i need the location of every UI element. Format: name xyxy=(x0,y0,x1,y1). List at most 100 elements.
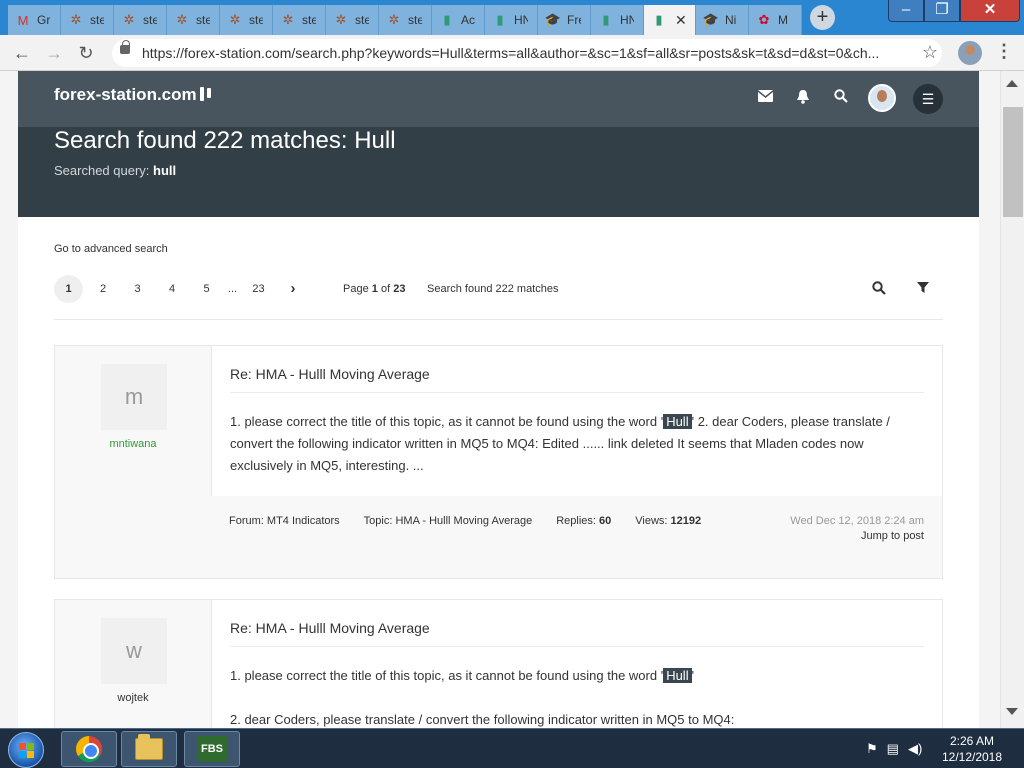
system-tray: ⚑ ▤ ◀) xyxy=(866,741,922,757)
tab-title: Fre xyxy=(567,13,581,27)
username-link[interactable]: wojtek xyxy=(55,692,211,704)
page-link[interactable]: 1 xyxy=(54,275,83,303)
reload-icon[interactable]: ↻ xyxy=(74,41,98,65)
browser-tab[interactable]: ✲ ste xyxy=(379,5,432,35)
network-icon[interactable]: ▤ xyxy=(887,741,899,757)
minimize-button[interactable]: – xyxy=(888,0,924,22)
tab-title: HN xyxy=(620,13,634,27)
browser-tab[interactable]: ▮ HN xyxy=(591,5,644,35)
topic-link[interactable]: HMA - Hulll Moving Average xyxy=(395,515,532,527)
page-link[interactable]: 2 xyxy=(89,275,118,303)
new-tab-button[interactable]: + xyxy=(810,5,835,30)
taskbar-explorer[interactable] xyxy=(121,731,177,767)
browser-tab[interactable]: ✿ M xyxy=(749,5,802,35)
browser-toolbar: ← → ↻ https://forex-station.com/search.p… xyxy=(0,35,1024,71)
forum-meta: Forum: MT4 Indicators xyxy=(229,515,340,527)
folder-icon xyxy=(135,734,163,760)
candle-icon: ▮ xyxy=(655,12,663,27)
browser-tab[interactable]: ▮ HN xyxy=(485,5,538,35)
avatar[interactable]: w xyxy=(101,618,167,684)
tab-title: M xyxy=(778,13,788,27)
search-within-icon[interactable] xyxy=(872,281,888,297)
browser-tab[interactable]: ✲ ste xyxy=(220,5,273,35)
forum-link[interactable]: MT4 Indicators xyxy=(267,515,340,527)
bell-icon[interactable] xyxy=(794,89,812,107)
tab-close-icon[interactable]: ✕ xyxy=(675,12,687,29)
site-logo[interactable]: forex-station.com xyxy=(54,85,211,105)
cap-icon: 🎓 xyxy=(544,12,562,27)
windows-taskbar: FBS ⚑ ▤ ◀) 2:26 AM 12/12/2018 xyxy=(0,728,1024,768)
url-text[interactable]: https://forex-station.com/search.php?key… xyxy=(142,45,879,61)
username-link[interactable]: mntiwana xyxy=(55,438,211,450)
action-center-icon[interactable]: ⚑ xyxy=(866,741,878,757)
bookmark-star-icon[interactable]: ☆ xyxy=(922,42,938,63)
page-total: 23 xyxy=(393,283,406,295)
spider-icon: ✲ xyxy=(70,12,82,27)
forward-icon[interactable]: → xyxy=(42,41,66,65)
page-link[interactable]: 3 xyxy=(123,275,152,303)
close-window-button[interactable]: ✕ xyxy=(960,0,1020,22)
excerpt-text: ' xyxy=(691,668,695,683)
searched-query: Searched query: hull xyxy=(54,163,176,178)
excerpt-line: 1. please correct the title of this topi… xyxy=(230,665,924,687)
post-meta: Forum: MT4 Indicators Topic: HMA - Hulll… xyxy=(229,515,701,527)
tab-title: ste xyxy=(408,13,422,27)
page-scrollbar[interactable] xyxy=(1000,71,1024,728)
gmail-icon: M xyxy=(17,12,29,28)
views-label: Views: xyxy=(635,515,668,527)
page-viewport: forex-station.com ☰ Search found 222 mat… xyxy=(0,71,1024,728)
post-title-link[interactable]: Re: HMA - Hulll Moving Average xyxy=(230,366,430,382)
user-avatar[interactable] xyxy=(868,84,896,112)
jump-to-post-link[interactable]: Jump to post xyxy=(861,530,924,542)
system-clock[interactable]: 2:26 AM 12/12/2018 xyxy=(932,733,1012,765)
page-link[interactable]: 5 xyxy=(192,275,221,303)
cap-icon: 🎓 xyxy=(702,12,720,27)
browser-tab[interactable]: 🎓 Ni xyxy=(696,5,749,35)
spider-icon: ✲ xyxy=(123,12,135,27)
scroll-thumb[interactable] xyxy=(1003,107,1023,217)
excerpt-text: 1. please correct the title of this topi… xyxy=(230,668,664,683)
search-results: Go to advanced search 1 2 3 4 5... 23 › Page 1… xyxy=(18,217,979,728)
filter-icon[interactable] xyxy=(917,281,933,297)
maximize-button[interactable]: ❐ xyxy=(924,0,960,22)
browser-tab[interactable]: ✲ ste xyxy=(326,5,379,35)
next-page-icon[interactable]: › xyxy=(279,275,308,303)
post-title-link[interactable]: Re: HMA - Hulll Moving Average xyxy=(230,620,430,636)
taskbar-fbs[interactable]: FBS xyxy=(184,731,240,767)
search-highlight: Hull xyxy=(663,668,692,683)
back-icon[interactable]: ← xyxy=(10,41,34,65)
scroll-down-icon[interactable] xyxy=(1006,708,1018,715)
search-highlight: Hull xyxy=(663,414,692,429)
chrome-icon xyxy=(76,736,102,762)
browser-tab[interactable]: ▮ ✕ xyxy=(644,5,696,35)
taskbar-chrome[interactable] xyxy=(61,731,117,767)
address-bar[interactable]: https://forex-station.com/search.php?key… xyxy=(112,39,942,67)
advanced-search-link[interactable]: Go to advanced search xyxy=(54,243,168,255)
mail-icon[interactable] xyxy=(756,89,774,107)
browser-tab[interactable]: ✲ ste xyxy=(114,5,167,35)
page-info: Page 1 of 23 xyxy=(343,283,405,295)
browser-tab[interactable]: ✲ ste xyxy=(273,5,326,35)
search-result-post: w wojtek Re: HMA - Hulll Moving Average … xyxy=(54,599,943,728)
browser-tab[interactable]: M Gr xyxy=(8,5,61,35)
page-link[interactable]: 23 xyxy=(244,275,273,303)
query-label: Searched query: xyxy=(54,163,150,178)
browser-tab[interactable]: ▮ Ac xyxy=(432,5,485,35)
spider-icon: ✲ xyxy=(229,12,241,27)
page-link[interactable]: 4 xyxy=(158,275,187,303)
browser-menu-icon[interactable]: ⋮ xyxy=(995,41,1013,62)
browser-tab[interactable]: ✲ ste xyxy=(167,5,220,35)
profile-avatar[interactable] xyxy=(958,41,982,65)
search-icon[interactable] xyxy=(832,89,850,107)
volume-icon[interactable]: ◀) xyxy=(908,741,922,757)
post-excerpt: 1. please correct the title of this topi… xyxy=(230,411,924,477)
page-of: of xyxy=(380,283,391,295)
scroll-up-icon[interactable] xyxy=(1006,80,1018,87)
start-button[interactable] xyxy=(8,732,44,768)
browser-tab[interactable]: ✲ ste xyxy=(61,5,114,35)
hamburger-menu-icon[interactable]: ☰ xyxy=(913,84,943,114)
post-author: w wojtek xyxy=(55,600,211,728)
avatar[interactable]: m xyxy=(101,364,167,430)
browser-tab[interactable]: 🎓 Fre xyxy=(538,5,591,35)
clock-date: 12/12/2018 xyxy=(941,750,1003,764)
